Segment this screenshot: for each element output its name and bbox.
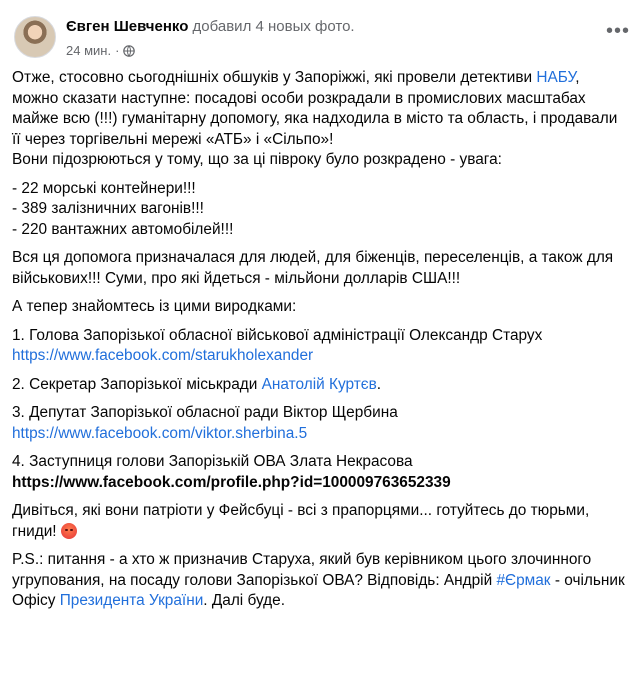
avatar[interactable] [14,16,56,58]
stolen-list: - 22 морські контейнери!!! - 389 залізни… [12,179,630,241]
paragraph-patriots: Дивіться, які вони патріоти у Фейсбуці -… [12,502,590,540]
hashtag-yermak[interactable]: #Єрмак [496,572,550,589]
author-name[interactable]: Євген Шевченко [66,18,188,35]
list-item: - 220 вантажних автомобілей!!! [12,220,234,238]
paragraph-ps: P.S.: питання - а хто ж призначив Старух… [12,551,625,609]
post-action: добавил 4 новых фото. [192,18,355,35]
person-item-4: 4. Заступниця голови Запорізькій ОВА Зла… [12,453,451,491]
globe-icon [123,44,136,57]
post-time[interactable]: 24 мин. [66,43,111,58]
person-item-3: 3. Депутат Запорізької обласної ради Вік… [12,404,398,442]
link-kurtev[interactable]: Анатолій Куртєв [262,376,377,393]
person-item-1: 1. Голова Запорізької обласної військово… [12,326,543,365]
link-starukh[interactable]: https://www.facebook.com/starukholexande… [12,347,313,364]
url-nekrasova: https://www.facebook.com/profile.php?id=… [12,473,451,491]
person-item-2: 2. Секретар Запорізької міськради Анатол… [12,375,382,393]
paragraph-intro-list: А тепер знайомтесь із цими виродками: [12,298,297,315]
list-item: - 22 морські контейнери!!! [12,179,196,197]
link-president[interactable]: Президента України [60,592,204,609]
angry-face-icon [60,522,77,539]
post-body: Отже, стосовно сьогоднішніх обшуків у За… [0,68,644,612]
list-item: - 389 залізничних вагонів!!! [12,200,204,217]
author-line: Євген Шевченко добавил 4 новых фото. [66,18,355,35]
link-nabu[interactable]: НАБУ [536,69,575,86]
more-icon[interactable]: ••• [606,21,630,41]
paragraph-intro: Отже, стосовно сьогоднішніх обшуків у За… [12,69,618,168]
post-meta: 24 мин. · [66,43,136,58]
post-header: Євген Шевченко добавил 4 новых фото. 24 … [0,0,644,68]
paragraph-purpose: Вся ця допомога призначалася для людей, … [12,249,614,287]
link-sherbina[interactable]: https://www.facebook.com/viktor.sherbina… [12,425,307,442]
